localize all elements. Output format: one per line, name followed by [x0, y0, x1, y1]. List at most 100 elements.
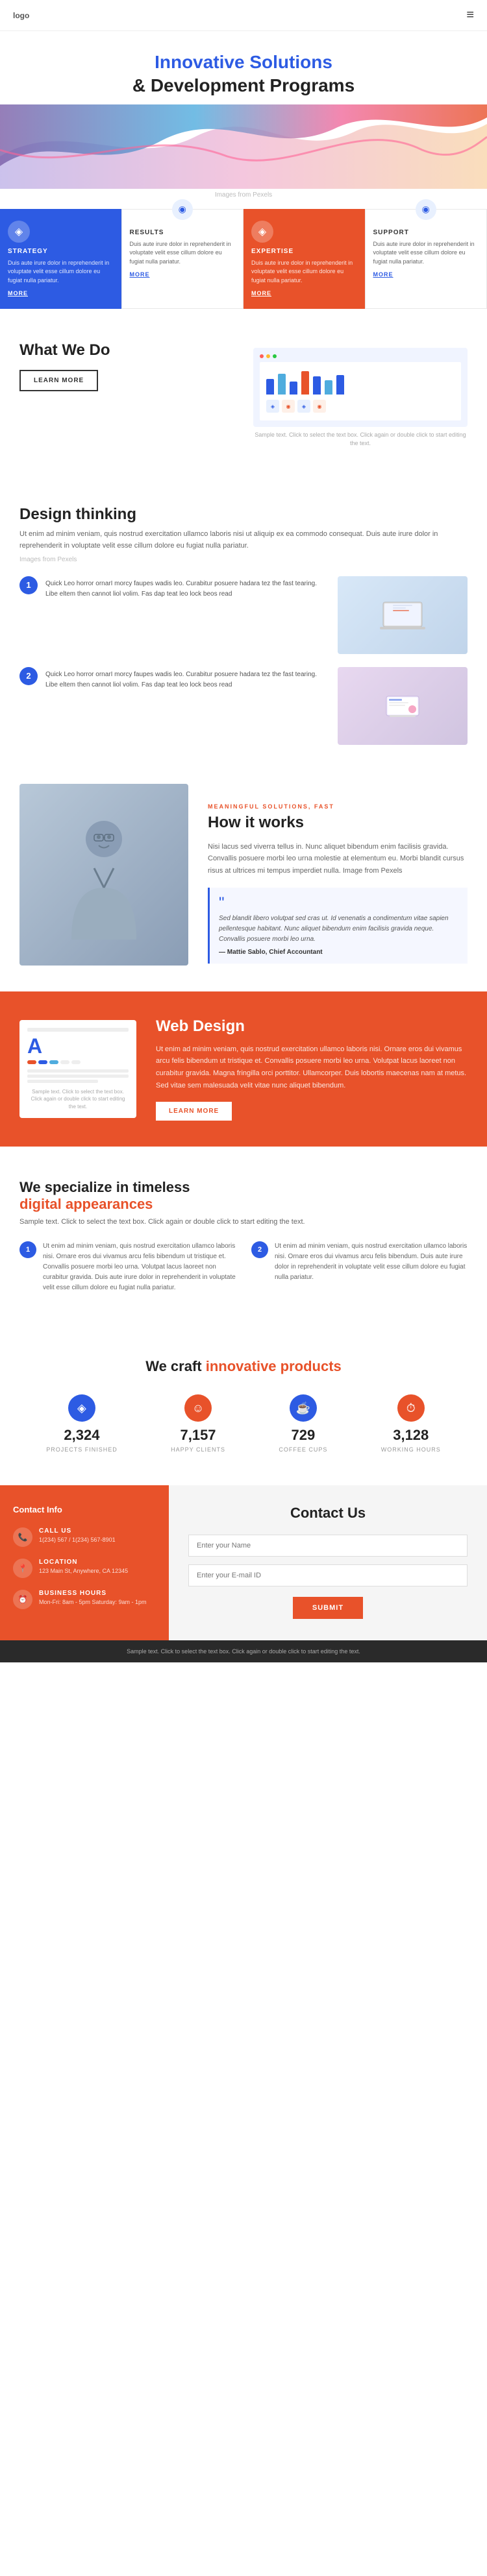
expertise-title: EXPERTISE [251, 248, 357, 255]
stat-clients-label: HAPPY CLIENTS [171, 1446, 225, 1453]
support-title: SUPPORT [373, 229, 479, 236]
phone-icon: 📞 [13, 1527, 32, 1547]
strategy-text: Duis aute irure dolor in reprehenderit i… [8, 259, 114, 286]
step-2-text: Quick Leo horror ornarI morcy faupes wad… [45, 667, 325, 690]
stat-hours: ⏱ 3,128 WORKING HOURS [381, 1394, 441, 1453]
contact-right: Contact Us SUBMIT [169, 1485, 487, 1640]
wave-container [0, 104, 487, 189]
digital-col1-text: Ut enim ad minim veniam, quis nostrud ex… [43, 1241, 236, 1293]
strategy-more-link[interactable]: MORE [8, 290, 28, 297]
web-design-text: Ut enim ad minim veniam, quis nostrud ex… [156, 1043, 468, 1092]
cards-row: ◈ STRATEGY Duis aute irure dolor in repr… [0, 209, 487, 310]
card-expertise: ◈ EXPERTISE Duis aute irure dolor in rep… [244, 209, 365, 310]
contact-item-location: 📍 LOCATION 123 Main St, Anywhere, CA 123… [13, 1559, 156, 1578]
quote-block: " Sed blandit libero volutpat sed cras u… [208, 888, 468, 964]
wd-letter-a: A [27, 1036, 129, 1056]
results-more-link[interactable]: MORE [130, 271, 150, 278]
stat-clients-icon: ☺ [184, 1394, 212, 1422]
hero-line1: Innovative Solutions [13, 51, 474, 74]
results-top-icon: ◉ [172, 199, 193, 220]
footer: Sample text. Click to select the text bo… [0, 1640, 487, 1662]
wd-learn-more-button[interactable]: LEARN MORE [156, 1102, 232, 1121]
email-input[interactable] [188, 1564, 468, 1586]
innovative-title: We craft innovative products [19, 1358, 468, 1375]
hamburger-icon[interactable]: ≡ [466, 8, 474, 23]
call-label: CALL US [39, 1527, 116, 1535]
name-input[interactable] [188, 1535, 468, 1557]
location-icon: 📍 [13, 1559, 32, 1578]
digital-num-1: 1 [19, 1241, 36, 1258]
digital-section: We specialize in timeless digital appear… [0, 1147, 487, 1326]
hero-title: Innovative Solutions & Development Progr… [13, 51, 474, 98]
footer-text: Sample text. Click to select the text bo… [13, 1648, 474, 1655]
web-design-section: A Sample text. Click to select the text … [0, 991, 487, 1147]
digital-subtitle: Sample text. Click to select the text bo… [19, 1218, 468, 1226]
support-text: Duis aute irure dolor in reprehenderit i… [373, 240, 479, 267]
location-label: LOCATION [39, 1559, 128, 1566]
email-field [188, 1564, 468, 1586]
what-we-do-title: What We Do [19, 341, 234, 359]
contact-item-call: 📞 CALL US 1(234) 567 / 1(234) 567-8901 [13, 1527, 156, 1547]
wave-svg [0, 104, 487, 189]
contact-title: Contact Us [188, 1505, 468, 1522]
innovative-section: We craft innovative products ◈ 2,324 PRO… [0, 1326, 487, 1485]
hero-line2: & Development Programs [13, 74, 474, 97]
digital-num-2: 2 [251, 1241, 268, 1258]
digital-col-2: 2 Ut enim ad minim veniam, quis nostrud … [251, 1241, 468, 1293]
wd-mockup: A Sample text. Click to select the text … [19, 1020, 136, 1118]
hiw-label: MEANINGFUL SOLUTIONS, FAST [208, 803, 468, 810]
step-1-text: Quick Leo horror ornarI morcy faupes wad… [45, 576, 325, 600]
stat-clients-number: 7,157 [171, 1427, 225, 1444]
hours-label: BUSINESS HOURS [39, 1590, 147, 1597]
how-it-works-section: MEANINGFUL SOLUTIONS, FAST How it works … [0, 784, 487, 991]
laptop-illustration [377, 596, 429, 635]
hours-icon: ⏰ [13, 1590, 32, 1609]
wave-credit: Images from Pexels [0, 189, 487, 209]
web-design-title: Web Design [156, 1017, 468, 1036]
digital-title-start: We specialize in timeless [19, 1179, 190, 1195]
stat-hours-number: 3,128 [381, 1427, 441, 1444]
results-text: Duis aute irure dolor in reprehenderit i… [130, 240, 236, 267]
stat-projects-label: PROJECTS FINISHED [46, 1446, 118, 1453]
header: logo ≡ [0, 0, 487, 31]
design-thinking-subtitle: Ut enim ad minim veniam, quis nostrud ex… [19, 529, 468, 552]
step-2-number: 2 [19, 667, 38, 685]
digital-col-1: 1 Ut enim ad minim veniam, quis nostrud … [19, 1241, 236, 1293]
digital-col2-text: Ut enim ad minim veniam, quis nostrud ex… [275, 1241, 468, 1293]
hiw-title: How it works [208, 814, 468, 832]
person-svg [58, 810, 149, 940]
step-1-number: 1 [19, 576, 38, 594]
what-we-do-left: What We Do LEARN MORE [19, 341, 234, 391]
digital-title-highlight: digital appearances [19, 1196, 153, 1212]
hiw-person-image [19, 784, 188, 966]
wd-caption: Sample text. Click to select the text bo… [27, 1088, 129, 1110]
stat-coffee: ☕ 729 COFFEE CUPS [279, 1394, 327, 1453]
stat-coffee-label: COFFEE CUPS [279, 1446, 327, 1453]
hours-text: Mon-Fri: 8am - 5pm Saturday: 9am - 1pm [39, 1598, 147, 1607]
expertise-more-link[interactable]: MORE [251, 290, 271, 297]
hiw-text: Nisi lacus sed viverra tellus in. Nunc a… [208, 841, 468, 877]
stats-row: ◈ 2,324 PROJECTS FINISHED ☺ 7,157 HAPPY … [19, 1394, 468, 1453]
expertise-text: Duis aute irure dolor in reprehenderit i… [251, 259, 357, 286]
learn-more-button[interactable]: LEARN MORE [19, 370, 98, 391]
submit-button[interactable]: SUBMIT [293, 1597, 363, 1619]
stat-hours-label: WORKING HOURS [381, 1446, 441, 1453]
stat-projects-icon: ◈ [68, 1394, 95, 1422]
expertise-icon: ◈ [251, 221, 273, 243]
stat-projects: ◈ 2,324 PROJECTS FINISHED [46, 1394, 118, 1453]
support-more-link[interactable]: MORE [373, 271, 393, 278]
stat-coffee-number: 729 [279, 1427, 327, 1444]
card-results: ◉ RESULTS Duis aute irure dolor in repre… [121, 209, 244, 310]
design-thinking-section: Design thinking Ut enim ad minim veniam,… [0, 480, 487, 783]
mockup-caption: Sample text. Click to select the text bo… [253, 431, 468, 447]
dt-step-2: 2 Quick Leo horror ornarI morcy faupes w… [19, 667, 468, 745]
step-1-image [338, 576, 468, 654]
contact-item-hours: ⏰ BUSINESS HOURS Mon-Fri: 8am - 5pm Satu… [13, 1590, 156, 1609]
card-support: ◉ SUPPORT Duis aute irure dolor in repre… [365, 209, 487, 310]
hiw-content: MEANINGFUL SOLUTIONS, FAST How it works … [208, 784, 487, 966]
strategy-icon: ◈ [8, 221, 30, 243]
what-we-do-section: What We Do LEARN MORE [0, 309, 487, 480]
stat-clients: ☺ 7,157 HAPPY CLIENTS [171, 1394, 225, 1453]
design-thinking-title: Design thinking [19, 505, 468, 524]
hero-section: Innovative Solutions & Development Progr… [0, 31, 487, 104]
